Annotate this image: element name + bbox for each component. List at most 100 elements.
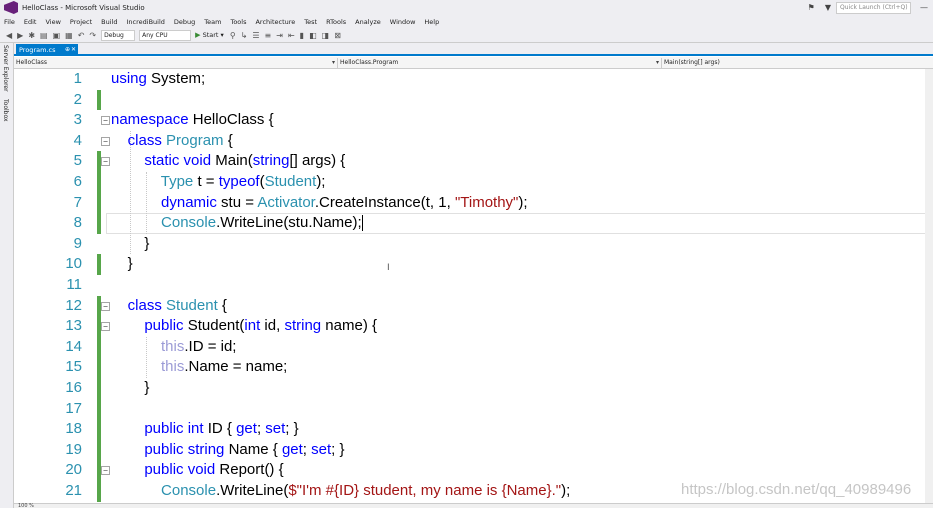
menu-analyze[interactable]: Analyze [355,18,381,26]
title-bar-right: ⚑ ▼ Quick Launch (Ctrl+Q) — [803,0,933,15]
collapse-region-icon[interactable]: − [101,136,110,146]
project-dropdown[interactable]: HelloClass ▾ [16,58,338,68]
menu-view[interactable]: View [45,18,60,26]
code-token: public [144,317,184,335]
code-line[interactable]: 2 [14,89,933,111]
menu-edit[interactable]: Edit [24,18,37,26]
code-line[interactable]: 9 } [14,234,933,255]
code-line[interactable]: 4 − class Program { [14,131,933,152]
save-icon[interactable]: ▣ [53,28,61,43]
close-tab-icon[interactable]: ✕ [71,44,76,56]
comment-icon[interactable]: ≡ [265,28,272,43]
code-token: int [244,317,261,335]
code-line[interactable]: 16 } [14,378,933,399]
collapse-region-icon[interactable]: − [101,466,110,476]
code-text: public void Report() { [111,460,284,481]
code-line[interactable]: 7 dynamic stu = Activator.CreateInstance… [14,192,933,214]
menu-window[interactable]: Window [390,18,416,26]
menu-file[interactable]: File [4,18,15,26]
zoom-level[interactable]: 100 % [18,503,34,509]
change-indicator [97,481,101,502]
line-number: 12 [65,296,82,314]
code-line[interactable]: 12 − class Student { [14,295,933,317]
code-token: string [187,440,225,458]
menu-team[interactable]: Team [204,18,221,26]
code-line[interactable]: 15 this.Name = name; [14,357,933,378]
menu-debug[interactable]: Debug [174,18,195,26]
outdent-icon[interactable]: ⇤ [288,28,295,43]
back-icon[interactable]: ◀ [6,28,12,43]
code-token: ; [302,440,312,458]
code-token: ); [316,173,326,190]
menu-tools[interactable]: Tools [230,18,246,26]
align-icon[interactable]: ☰ [252,28,259,43]
menu-project[interactable]: Project [70,18,92,26]
member-dropdown[interactable]: Main(string[] args) [664,58,933,68]
code-editor[interactable]: I 1 using System; 2 3− namespace HelloClass … [14,69,933,503]
next-bookmark-icon[interactable]: ◨ [322,28,330,43]
type-label: HelloClass.Program [340,59,399,66]
code-token: Report() { [215,461,284,479]
clear-bookmarks-icon[interactable]: ⊠ [334,28,341,43]
menu-build[interactable]: Build [101,18,117,26]
indent-icon[interactable]: ⇥ [276,28,283,43]
minimize-icon[interactable]: — [920,3,928,12]
new-project-icon[interactable]: ✱ [28,28,35,43]
quick-launch-input[interactable]: Quick Launch (Ctrl+Q) [836,1,911,14]
menu-incredibuild[interactable]: IncrediBuild [127,18,165,26]
text-caret [361,215,363,232]
save-all-icon[interactable]: ▦ [65,28,73,43]
code-line[interactable]: 6 Type t = typeof(Student); [14,172,933,193]
code-line[interactable]: 20 − public void Report() { [14,460,933,481]
open-file-icon[interactable]: ▤ [40,28,48,43]
bookmark-icon[interactable]: ▮ [300,28,304,43]
code-line[interactable]: 19 public string Name { get; set; } [14,439,933,461]
code-line[interactable]: 5 − static void Main(string[] args) { [14,151,933,172]
code-token: this [161,337,185,355]
collapse-region-icon[interactable]: − [101,301,110,311]
code-line[interactable]: 8 Console.WriteLine(stu.Name); [14,213,933,234]
code-line[interactable]: 1 using System; [14,69,933,90]
redo-icon[interactable]: ↷ [89,28,96,43]
code-token: Program [166,131,224,149]
code-line[interactable]: 11 [14,275,933,296]
menu-help[interactable]: Help [424,18,439,26]
menu-rtools[interactable]: RTools [326,18,346,26]
vertical-scrollbar[interactable] [925,69,933,503]
start-button[interactable]: ▶ Start ▾ [195,31,224,39]
code-token: this [161,358,185,376]
prev-bookmark-icon[interactable]: ◧ [309,28,317,43]
project-label: HelloClass [16,59,47,66]
code-line[interactable]: 13 − public Student(int id, string name) … [14,316,933,337]
flag-icon[interactable]: ⚑ [808,3,815,12]
tab-program-cs[interactable]: Program.cs ⊕ ✕ [16,44,78,56]
toolbox-tab[interactable]: Toolbox [2,99,9,122]
find-icon[interactable]: ⚲ [230,28,236,43]
type-dropdown[interactable]: HelloClass.Program ▾ [340,58,662,68]
code-line[interactable]: 18 public int ID { get; set; } [14,419,933,440]
collapse-region-icon[interactable]: − [101,322,110,332]
pin-icon[interactable]: ⊕ [65,44,70,56]
menu-test[interactable]: Test [304,18,317,26]
line-number: 5 [73,152,82,170]
line-number: 21 [65,482,82,499]
code-line[interactable]: 14 this.ID = id; [14,336,933,358]
code-line[interactable]: 3 − namespace HelloClass { [14,110,933,131]
code-token: HelloClass { [188,111,274,129]
code-line[interactable]: 17 [14,398,933,420]
menu-architecture[interactable]: Architecture [255,18,295,26]
forward-icon[interactable]: ▶ [17,28,23,43]
collapse-region-icon[interactable]: − [101,116,110,126]
code-line[interactable]: 10 } [14,254,933,275]
code-token: Console [161,482,217,499]
solution-platform-select[interactable]: Any CPU [139,29,192,41]
undo-icon[interactable]: ↶ [78,28,85,43]
step-over-icon[interactable]: ↳ [241,28,248,43]
server-explorer-tab[interactable]: Server Explorer [2,45,9,92]
solution-configuration-select[interactable]: Debug [101,29,136,41]
notifications-dropdown-icon[interactable]: ▼ [825,3,831,12]
collapse-region-icon[interactable]: − [101,157,110,167]
